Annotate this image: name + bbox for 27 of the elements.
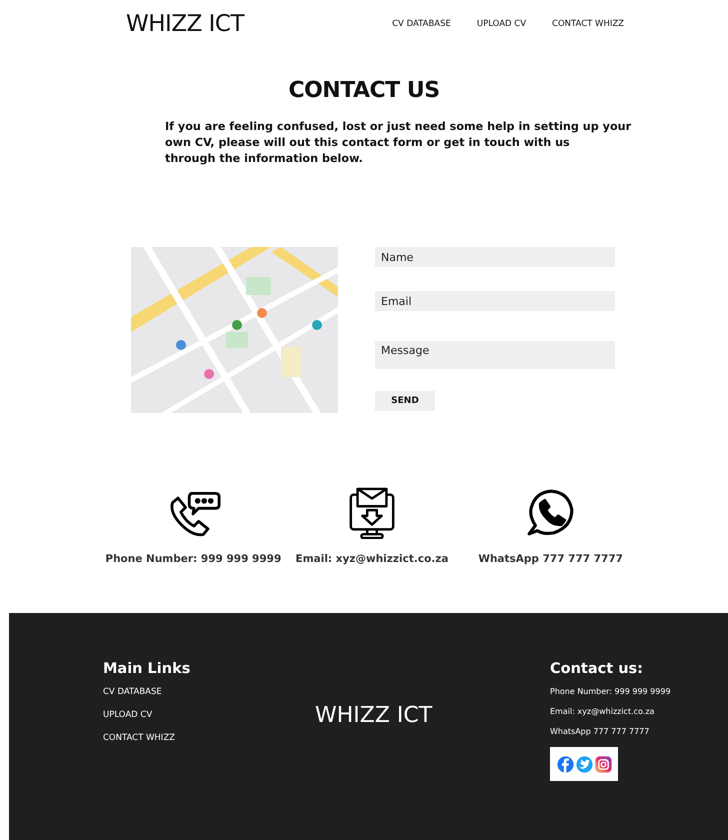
- footer-contact-text: Phone Number: 999 999 9999: [550, 687, 671, 696]
- twitter-icon[interactable]: [576, 756, 592, 772]
- nav-link[interactable]: CV DATABASE: [392, 19, 451, 29]
- contact-text: Phone Number: 999 999 9999: [105, 553, 282, 565]
- intro-text: If you are feeling confused, lost or just need some help in setting up your: [165, 119, 632, 135]
- footer-contact-text: WhatsApp 777 777 7777: [550, 727, 650, 736]
- footer-link[interactable]: CONTACT WHIZZ: [103, 733, 315, 743]
- contact-text: Email: xyz@whizzict.co.za: [296, 553, 448, 565]
- footer-heading: Contact us:: [550, 661, 644, 677]
- footer-link[interactable]: UPLOAD CV: [103, 710, 315, 720]
- page-heading: CONTACT US: [287, 77, 441, 103]
- site-logo[interactable]: WHIZZ ICT: [126, 11, 244, 37]
- send-button[interactable]: SEND: [375, 391, 435, 411]
- input-field[interactable]: Email: [375, 291, 615, 311]
- instagram-icon[interactable]: [594, 756, 612, 772]
- message-field[interactable]: Message: [375, 341, 615, 369]
- facebook-icon[interactable]: [556, 756, 574, 772]
- footer-logo: WHIZZ ICT: [315, 703, 434, 730]
- contact-text: WhatsApp 777 777 7777: [478, 553, 623, 565]
- footer-link[interactable]: CV DATABASE: [103, 687, 315, 697]
- nav-link[interactable]: CONTACT WHIZZ: [552, 19, 624, 29]
- footer-contact-text: Email: xyz@whizzict.co.za: [550, 707, 656, 716]
- intro-text: own CV, please will out this contact form or get in touch with us: [165, 135, 571, 151]
- footer-heading: Main Links: [103, 661, 192, 677]
- input-field[interactable]: Name: [375, 247, 615, 267]
- nav-link[interactable]: UPLOAD CV: [476, 19, 526, 29]
- intro-text: through the information below.: [165, 151, 364, 167]
